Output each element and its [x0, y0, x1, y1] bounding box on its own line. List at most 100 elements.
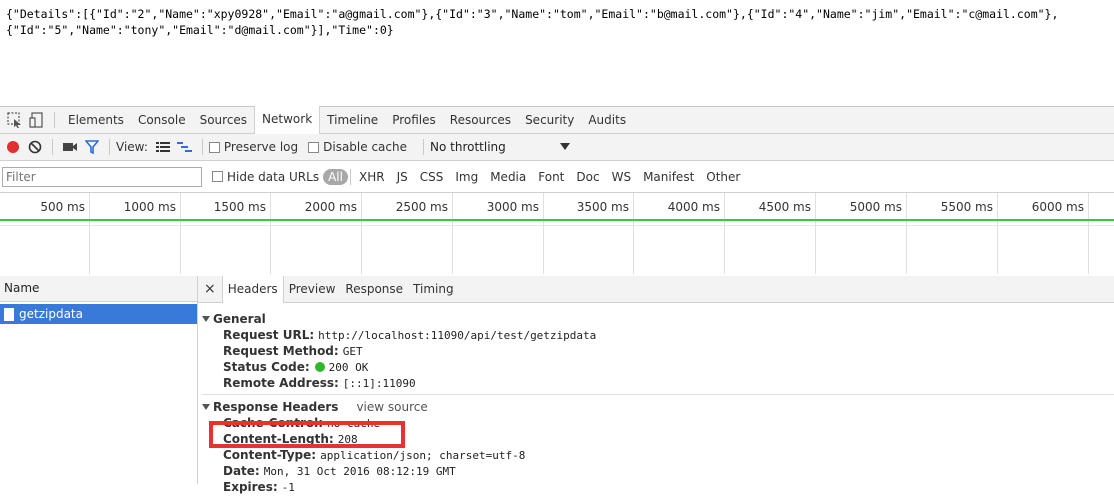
- json-response-text: {"Details":[{"Id":"2","Name":"xpy0928","…: [6, 7, 1059, 37]
- tab-profiles[interactable]: Profiles: [385, 107, 443, 134]
- tab-headers[interactable]: Headers: [221, 275, 284, 303]
- filter-input[interactable]: [2, 166, 202, 187]
- timeline-tick-label: 2000 ms: [304, 200, 357, 214]
- timeline-tick-label: 2500 ms: [395, 200, 448, 214]
- request-row[interactable]: getzipdata: [0, 304, 197, 324]
- remote-address-row: Remote Address: [::1]:11090: [223, 375, 1114, 391]
- timeline-tick: 3500 ms: [544, 193, 634, 274]
- disable-cache-checkbox[interactable]: [308, 141, 320, 153]
- close-icon[interactable]: ×: [198, 276, 222, 302]
- type-filter-font[interactable]: Font: [532, 170, 570, 184]
- type-filter-all[interactable]: All: [323, 168, 348, 185]
- preserve-log-label: Preserve log: [223, 140, 299, 154]
- timeline-load-bar: [0, 219, 1114, 221]
- filter-bar: Hide data URLs All XHR JS CSS Img Media …: [0, 161, 1114, 193]
- date-value: Mon, 31 Oct 2016 08:12:19 GMT: [263, 465, 456, 478]
- general-section-title[interactable]: General: [202, 311, 1114, 327]
- timeline-tick: 4500 ms: [725, 193, 816, 274]
- type-filter-img[interactable]: Img: [449, 170, 484, 184]
- tab-sources[interactable]: Sources: [193, 107, 254, 134]
- devtools-tabbar: Elements Console Sources Network Timelin…: [0, 106, 1114, 134]
- tab-timeline[interactable]: Timeline: [320, 107, 385, 134]
- section-divider: [202, 394, 1114, 395]
- expires-key: Expires:: [223, 480, 278, 494]
- type-filter-css[interactable]: CSS: [414, 170, 450, 184]
- toolbar-divider: [201, 139, 203, 155]
- tab-timing[interactable]: Timing: [408, 276, 459, 302]
- type-filter-media[interactable]: Media: [484, 170, 532, 184]
- content-type-key: Content-Type:: [223, 448, 317, 462]
- timeline-tick-label: 3000 ms: [486, 200, 539, 214]
- timeline-tick: 2000 ms: [271, 193, 362, 274]
- tab-network[interactable]: Network: [254, 106, 321, 134]
- chevron-down-icon: [560, 140, 570, 154]
- tab-resources[interactable]: Resources: [443, 107, 518, 134]
- disable-cache-label: Disable cache: [323, 140, 407, 154]
- throttling-value: No throttling: [430, 140, 506, 154]
- request-list-pane: Name getzipdata: [0, 276, 198, 484]
- network-toolbar: View: Preserve log Disable cache No thro…: [0, 134, 1114, 161]
- toolbar-divider: [52, 139, 53, 155]
- remote-address-value: [::1]:11090: [342, 377, 416, 390]
- timeline-tick: 5000 ms: [816, 193, 907, 274]
- type-filter-ws[interactable]: WS: [606, 170, 637, 184]
- date-row: Date: Mon, 31 Oct 2016 08:12:19 GMT: [223, 463, 1114, 479]
- timeline-tick-label: 5500 ms: [940, 200, 993, 214]
- details-tabbar: × Headers Preview Response Timing: [198, 275, 1114, 303]
- type-filter-other[interactable]: Other: [700, 170, 746, 184]
- timeline-tick: 6000 ms: [998, 193, 1089, 274]
- type-filter-xhr[interactable]: XHR: [353, 170, 391, 184]
- request-url-key: Request URL:: [223, 328, 315, 342]
- timeline-tick-label: 1000 ms: [123, 200, 176, 214]
- tab-console[interactable]: Console: [131, 107, 193, 134]
- timeline-tick: 5500 ms: [907, 193, 998, 274]
- remote-address-key: Remote Address:: [223, 376, 339, 390]
- preserve-log-checkbox[interactable]: [208, 141, 220, 153]
- tab-elements[interactable]: Elements: [61, 107, 131, 134]
- device-mode-icon[interactable]: [26, 110, 48, 130]
- timeline-tick-label: 5000 ms: [849, 200, 902, 214]
- toolbar-divider: [109, 139, 110, 155]
- timeline-tick: 3000 ms: [453, 193, 544, 274]
- status-code-key: Status Code:: [223, 360, 310, 374]
- type-filter-manifest[interactable]: Manifest: [637, 170, 700, 184]
- tab-preview[interactable]: Preview: [284, 276, 341, 302]
- timeline-divider: [0, 225, 1114, 226]
- timeline-tick-label: 4500 ms: [758, 200, 811, 214]
- tab-audits[interactable]: Audits: [581, 107, 633, 134]
- content-type-value: application/json; charset=utf-8: [320, 449, 526, 462]
- video-camera-icon[interactable]: [59, 137, 81, 157]
- request-method-row: Request Method: GET: [223, 343, 1114, 359]
- general-title: General: [213, 312, 266, 326]
- filter-divider: [349, 168, 351, 185]
- network-overview-timeline[interactable]: 500 ms 1000 ms 1500 ms 2000 ms 2500 ms 3…: [0, 193, 1114, 276]
- status-code-row: Status Code: 200 OK: [223, 359, 1114, 375]
- filter-funnel-icon[interactable]: [81, 137, 103, 157]
- clear-icon[interactable]: [24, 137, 46, 157]
- type-filter-doc[interactable]: Doc: [570, 170, 605, 184]
- status-code-value: 200 OK: [328, 361, 369, 374]
- record-icon[interactable]: [2, 137, 24, 157]
- content-type-row: Content-Type: application/json; charset=u…: [223, 447, 1114, 463]
- view-label: View:: [116, 140, 148, 154]
- tab-response[interactable]: Response: [340, 276, 408, 302]
- type-filter-js[interactable]: JS: [391, 170, 414, 184]
- hide-data-urls-checkbox[interactable]: [212, 171, 223, 182]
- response-headers-section-title[interactable]: Response Headers view source: [202, 399, 1114, 415]
- request-details-pane: × Headers Preview Response Timing Genera…: [198, 275, 1114, 494]
- document-icon: [4, 307, 14, 321]
- date-key: Date:: [223, 464, 260, 478]
- request-method-value: GET: [342, 345, 363, 358]
- view-source-link[interactable]: view source: [356, 399, 427, 415]
- tab-divider: [54, 112, 55, 128]
- inspect-element-icon[interactable]: [4, 110, 26, 130]
- list-view-icon[interactable]: [152, 137, 174, 157]
- request-name: getzipdata: [19, 307, 83, 321]
- name-column-header[interactable]: Name: [0, 276, 197, 302]
- throttling-select[interactable]: No throttling: [430, 140, 570, 154]
- waterfall-view-icon[interactable]: [174, 137, 196, 157]
- tab-security[interactable]: Security: [518, 107, 581, 134]
- content-length-highlight-box: [209, 421, 405, 448]
- request-url-row: Request URL: http://localhost:11090/api/t…: [223, 327, 1114, 343]
- timeline-tick: 2500 ms: [362, 193, 453, 274]
